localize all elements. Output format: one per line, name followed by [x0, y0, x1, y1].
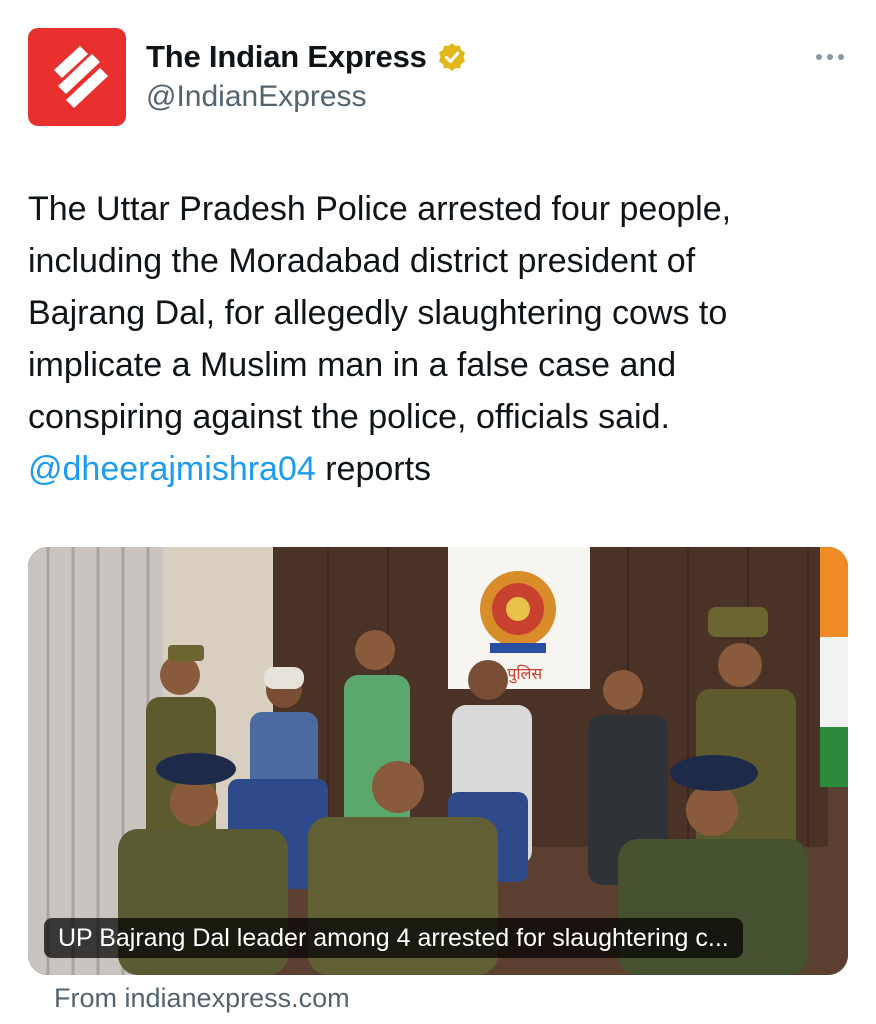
author-block: The Indian Express @IndianExpress	[146, 38, 467, 114]
handle[interactable]: @IndianExpress	[146, 80, 467, 114]
indian-express-logo-icon	[54, 46, 108, 108]
tweet-text: The Uttar Pradesh Police arrested four p…	[28, 183, 848, 495]
name-row: The Indian Express	[146, 38, 467, 76]
more-options-icon[interactable]	[812, 46, 848, 66]
display-name[interactable]: The Indian Express	[146, 39, 427, 75]
verified-badge-icon[interactable]	[437, 42, 467, 72]
mention-link[interactable]: @dheerajmishra04	[28, 450, 316, 488]
card-caption[interactable]: UP Bajrang Dal leader among 4 arrested f…	[44, 918, 743, 958]
news-photo: द पुलिस	[28, 547, 848, 975]
link-card[interactable]: द पुलिस UP Bajrang Dal leader among 4 ar…	[28, 547, 848, 975]
avatar[interactable]	[28, 28, 126, 126]
card-source[interactable]: From indianexpress.com	[54, 983, 350, 1014]
tweet-body: The Uttar Pradesh Police arrested four p…	[28, 190, 732, 436]
tweet-suffix: reports	[315, 450, 432, 488]
